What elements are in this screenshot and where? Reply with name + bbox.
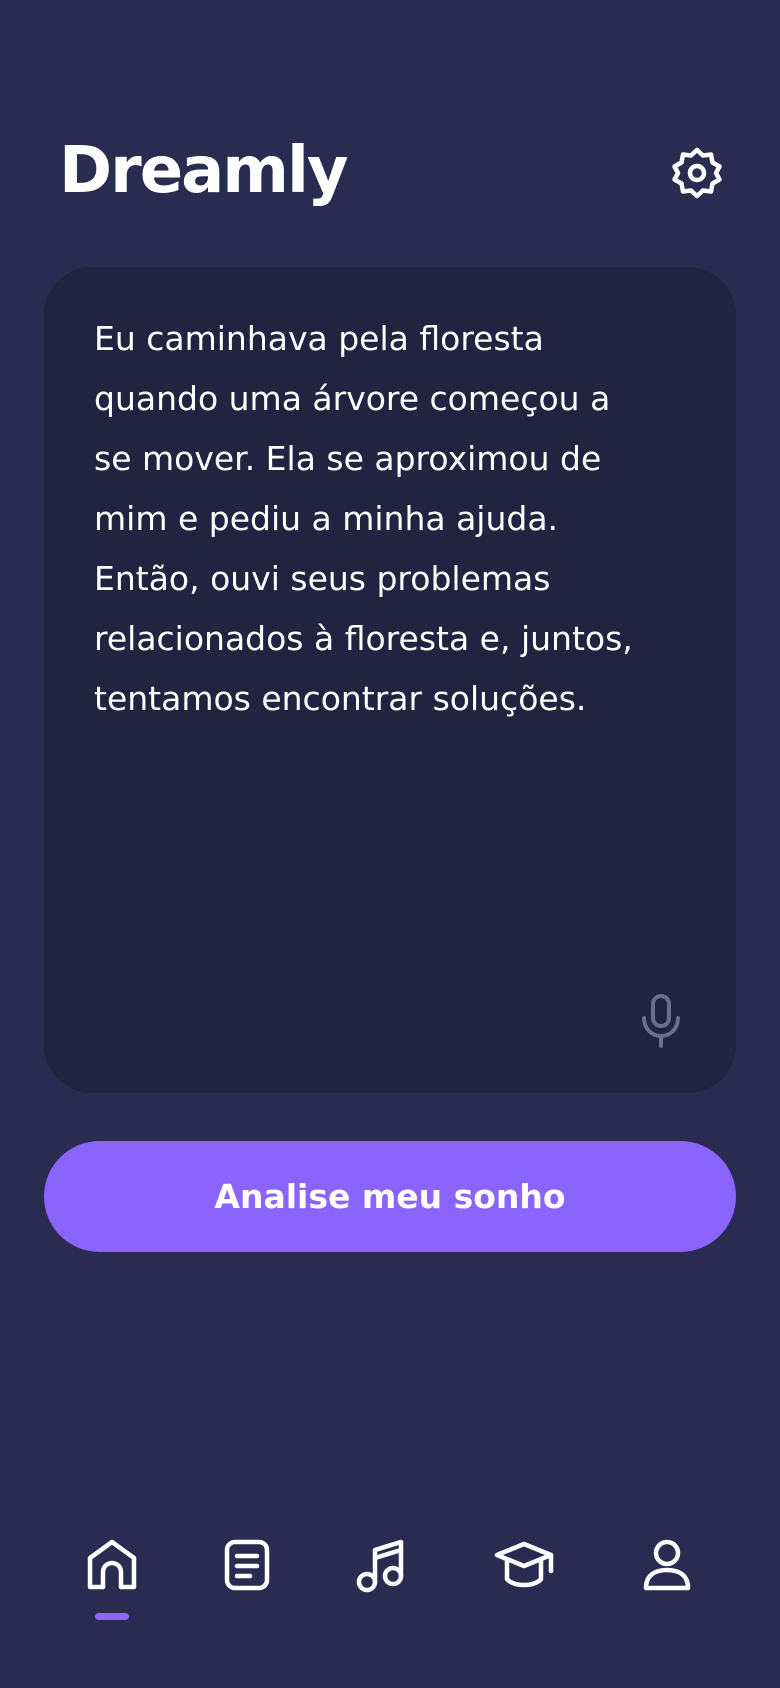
settings-button[interactable]: [668, 144, 726, 202]
dream-input-card: Eu caminhava pela floresta quando uma ár…: [44, 267, 736, 1093]
music-note-icon: [356, 1539, 404, 1593]
app-title: Dreamly: [59, 134, 349, 208]
user-icon: [643, 1539, 691, 1591]
graduation-cap-icon: [494, 1541, 554, 1588]
app-header: Dreamly: [59, 128, 729, 214]
microphone-icon: [642, 994, 680, 1048]
bottom-navigation: [0, 1520, 780, 1640]
nav-item-music[interactable]: [341, 1538, 421, 1618]
document-icon: [224, 1539, 270, 1591]
nav-item-home[interactable]: [72, 1538, 152, 1618]
analyze-dream-button[interactable]: Analise meu sonho: [44, 1141, 736, 1252]
nav-item-learn[interactable]: [484, 1538, 564, 1618]
home-icon: [87, 1539, 137, 1590]
nav-item-profile[interactable]: [627, 1538, 707, 1618]
dream-text-input[interactable]: Eu caminhava pela floresta quando uma ár…: [94, 309, 674, 969]
active-tab-indicator: [95, 1613, 129, 1620]
microphone-button[interactable]: [636, 991, 686, 1051]
nav-item-journal[interactable]: [207, 1538, 287, 1618]
gear-icon: [672, 147, 722, 199]
